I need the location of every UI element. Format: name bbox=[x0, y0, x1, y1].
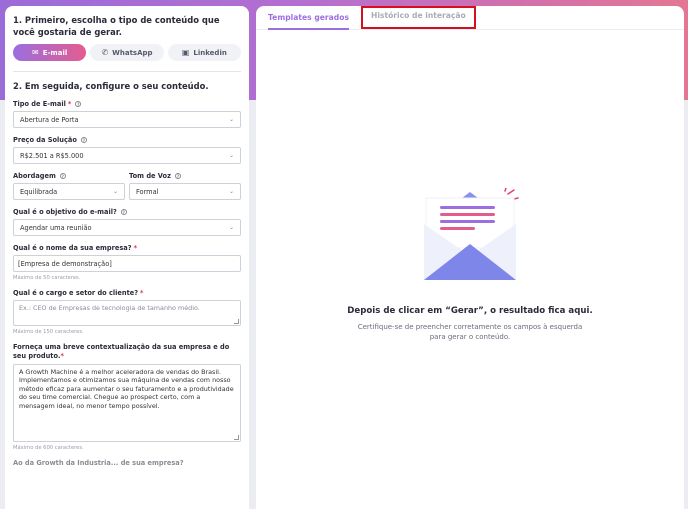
whatsapp-icon: ✆ bbox=[101, 47, 109, 57]
channel-whatsapp-label: WhatsApp bbox=[112, 48, 153, 57]
tone-select[interactable]: Formal ⌄ bbox=[129, 183, 241, 200]
results-tabs: Templates gerados Histórico de interação bbox=[256, 6, 684, 30]
context-textarea[interactable]: A Growth Machine é a melhor aceleradora … bbox=[13, 364, 241, 442]
chevron-down-icon: ⌄ bbox=[228, 188, 234, 195]
company-name-input[interactable]: [Empresa de demonstração] bbox=[13, 255, 241, 272]
email-type-label: Tipo de E-mail * ? bbox=[13, 100, 82, 108]
objective-label: Qual é o objetivo do e-mail? ? bbox=[13, 208, 127, 216]
empty-state-title: Depois de clicar em “Gerar”, o resultado… bbox=[347, 306, 593, 316]
approach-select[interactable]: Equilibrada ⌄ bbox=[13, 183, 125, 200]
channel-email-button[interactable]: ✉ E-mail bbox=[13, 44, 87, 61]
context-hint: Máximo de 600 caracteres. bbox=[13, 445, 84, 451]
client-role-hint: Máximo de 150 caracteres. bbox=[13, 329, 84, 335]
chevron-down-icon: ⌄ bbox=[228, 116, 234, 123]
info-icon[interactable]: ? bbox=[80, 137, 87, 143]
tone-label: Tom de Voz ? bbox=[129, 172, 181, 180]
price-select[interactable]: R$2.501 a R$5.000 ⌄ bbox=[13, 147, 241, 164]
tab-history[interactable]: Histórico de interação bbox=[360, 6, 476, 29]
channel-selector: ✉ E-mail ✆ WhatsApp ▣ Linkedin bbox=[13, 44, 241, 61]
channel-whatsapp-button[interactable]: ✆ WhatsApp bbox=[90, 44, 164, 61]
price-label: Preço da Solução ? bbox=[13, 136, 87, 144]
step2-title: 2. Em seguida, configure o seu conteúdo. bbox=[13, 81, 209, 91]
company-name-hint: Máximo de 50 caracteres. bbox=[13, 275, 81, 281]
company-name-label: Qual é o nome da sua empresa? * bbox=[13, 244, 138, 252]
channel-email-label: E-mail bbox=[42, 48, 68, 57]
channel-linkedin-label: Linkedin bbox=[193, 48, 227, 57]
context-label: Forneça uma breve contextualização da su… bbox=[13, 343, 230, 360]
linkedin-icon: ▣ bbox=[181, 47, 190, 57]
chevron-down-icon: ⌄ bbox=[228, 224, 234, 231]
chevron-down-icon: ⌄ bbox=[112, 188, 118, 195]
mail-icon: ✉ bbox=[32, 47, 39, 57]
envelope-icon bbox=[424, 187, 519, 280]
resize-handle-icon[interactable] bbox=[234, 319, 239, 324]
next-field-label: Ao da Growth da Industria... de sua empr… bbox=[13, 459, 184, 467]
resize-handle-icon[interactable] bbox=[234, 435, 239, 440]
info-icon[interactable]: ? bbox=[75, 101, 82, 107]
objective-select[interactable]: Agendar uma reunião ⌄ bbox=[13, 219, 241, 236]
step1-title: 1. Primeiro, escolha o tipo de conteúdo … bbox=[13, 15, 220, 37]
client-role-label: Qual é o cargo e setor do cliente? * bbox=[13, 289, 144, 297]
tab-templates[interactable]: Templates gerados bbox=[268, 6, 349, 30]
results-panel: Templates gerados Histórico de interação… bbox=[256, 6, 684, 509]
chevron-down-icon: ⌄ bbox=[228, 152, 234, 159]
approach-label: Abordagem ? bbox=[13, 172, 66, 180]
empty-state: Depois de clicar em “Gerar”, o resultado… bbox=[256, 187, 684, 342]
envelope-illustration bbox=[410, 187, 530, 288]
info-icon[interactable]: ? bbox=[120, 209, 127, 215]
content-config-panel: 1. Primeiro, escolha o tipo de conteúdo … bbox=[5, 6, 249, 509]
empty-state-subtitle: Certifique-se de preencher corretamente … bbox=[357, 323, 583, 341]
email-type-select[interactable]: Abertura de Porta ⌄ bbox=[13, 111, 241, 128]
client-role-textarea[interactable]: Ex.: CEO de Empresas de tecnologia de ta… bbox=[13, 300, 241, 326]
divider bbox=[13, 71, 241, 72]
info-icon[interactable]: ? bbox=[174, 173, 181, 179]
channel-linkedin-button[interactable]: ▣ Linkedin bbox=[167, 44, 241, 61]
info-icon[interactable]: ? bbox=[59, 173, 66, 179]
